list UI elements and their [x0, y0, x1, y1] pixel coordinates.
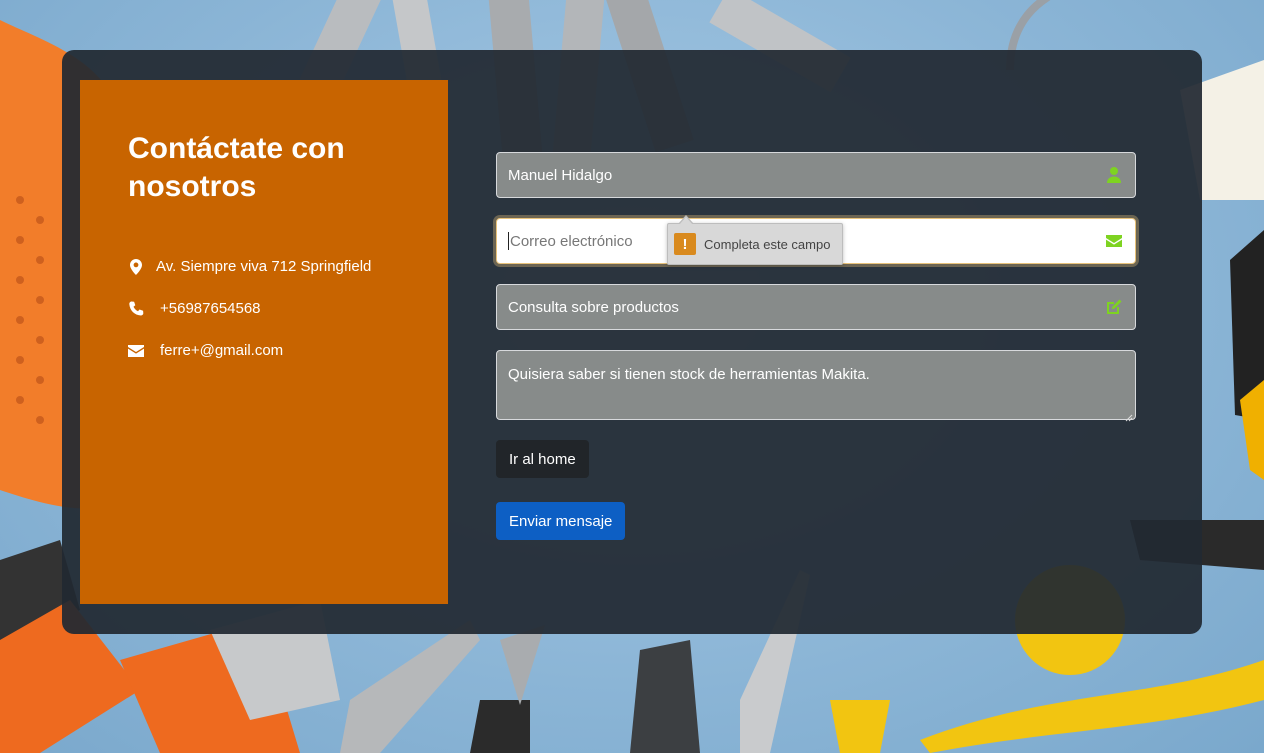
text-caret — [508, 232, 509, 250]
email-input-placeholder: Correo electrónico — [510, 232, 633, 250]
subject-input[interactable]: Consulta sobre productos — [496, 284, 1136, 330]
name-input[interactable]: Manuel Hidalgo — [496, 152, 1136, 198]
phone-icon — [128, 301, 144, 317]
edit-icon — [1105, 298, 1123, 316]
validation-message: Completa este campo — [704, 236, 831, 252]
name-input-value: Manuel Hidalgo — [508, 166, 613, 184]
envelope-icon — [128, 343, 144, 359]
resize-handle-icon[interactable] — [1125, 409, 1133, 422]
map-marker-icon — [128, 258, 144, 275]
send-message-button[interactable]: Enviar mensaje — [496, 502, 626, 540]
contact-info-panel: Contáctate con nosotros Av. Siempre viva… — [80, 80, 448, 604]
subject-input-value: Consulta sobre productos — [508, 298, 679, 316]
email-text: ferre+@gmail.com — [160, 342, 284, 359]
warning-icon: ! — [674, 233, 696, 255]
address-text: Av. Siempre viva 712 Springfield — [156, 258, 372, 275]
home-button[interactable]: Ir al home — [496, 440, 589, 478]
validation-tooltip: ! Completa este campo — [667, 215, 843, 265]
phone-text: +56987654568 — [160, 300, 261, 317]
email-row: ferre+@gmail.com — [128, 342, 283, 359]
message-textarea[interactable]: Quisiera saber si tienen stock de herram… — [496, 350, 1136, 422]
address-row: Av. Siempre viva 712 Springfield — [128, 258, 371, 275]
user-icon — [1105, 166, 1123, 184]
phone-row: +56987654568 — [128, 300, 261, 317]
contact-title: Contáctate con nosotros — [128, 132, 345, 203]
message-textarea-value: Quisiera saber si tienen stock de herram… — [508, 366, 870, 383]
envelope-icon — [1105, 232, 1123, 250]
contact-card: Contáctate con nosotros Av. Siempre viva… — [62, 50, 1202, 634]
